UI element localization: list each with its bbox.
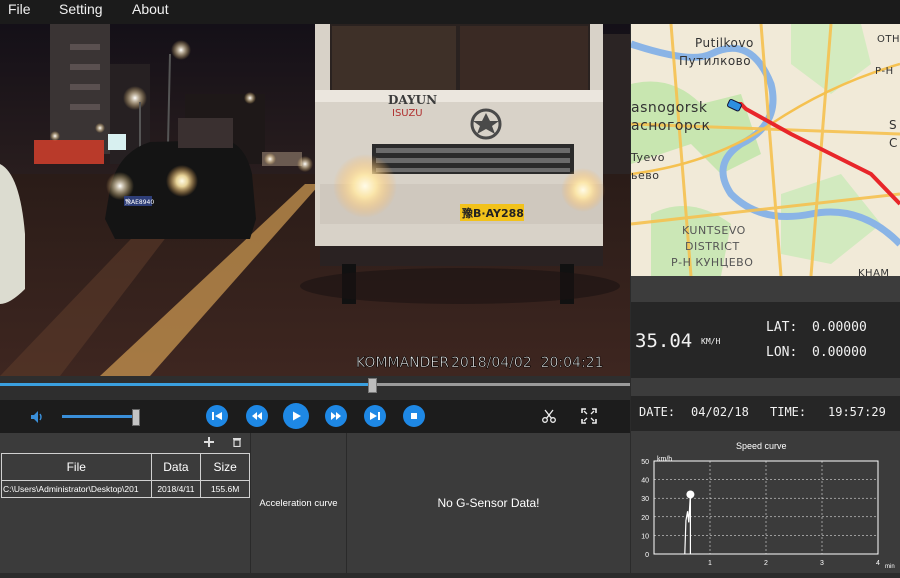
skip-previous-icon bbox=[212, 412, 222, 420]
skip-next-button[interactable] bbox=[364, 405, 386, 427]
table-row[interactable]: C:\Users\Administrator\Desktop\201 2018/… bbox=[1, 480, 250, 498]
latitude-label: LAT: bbox=[766, 320, 798, 335]
map-label: C bbox=[889, 136, 898, 150]
longitude-label: LON: bbox=[766, 345, 798, 360]
timeline-progress bbox=[0, 383, 372, 386]
map-label: S bbox=[889, 118, 897, 132]
stop-icon bbox=[411, 413, 417, 419]
truck-brand: DAYUN bbox=[388, 93, 437, 107]
column-header-size[interactable]: Size bbox=[200, 453, 250, 481]
y-tick-label: 10 bbox=[641, 533, 649, 540]
timeline-handle[interactable] bbox=[367, 378, 377, 393]
g-sensor-message: No G-Sensor Data! bbox=[437, 496, 540, 510]
time-label: TIME: bbox=[770, 405, 807, 419]
skip-next-icon bbox=[370, 412, 380, 420]
trash-icon bbox=[233, 438, 241, 448]
volume-slider[interactable] bbox=[62, 415, 136, 418]
video-overlay-datetime: 2018/04/02 20:04:21 bbox=[451, 355, 603, 371]
play-button[interactable] bbox=[283, 403, 309, 429]
truck-sub: ISUZU bbox=[392, 108, 423, 119]
map-label: DISTRICT bbox=[685, 240, 740, 253]
volume-handle[interactable] bbox=[132, 409, 140, 426]
latitude-value: 0.00000 bbox=[812, 320, 867, 335]
speed-value: 35.04 bbox=[635, 330, 693, 352]
map-canvas: Putilkovo Путилково asnogorsk асногорск … bbox=[631, 24, 900, 276]
acceleration-curve-label: Acceleration curve bbox=[259, 497, 338, 509]
time-value: 19:57:29 bbox=[828, 405, 886, 419]
map-label: KUNTSEVO bbox=[682, 224, 746, 237]
speed-curve-chart: Speed curve km/h min 0 10 20 30 40 50 1 2 3 4 bbox=[641, 441, 895, 570]
speed-curve-title: Speed curve bbox=[736, 441, 787, 451]
video-player[interactable]: DAYUN ISUZU 豫B·AY288 豫AE8940 KOMMANDER 2… bbox=[0, 24, 630, 376]
speed-curve-line bbox=[684, 494, 691, 555]
speed-curve-x-unit: min bbox=[885, 564, 895, 570]
bottom-panels: File Data Size C:\Users\Administrator\De… bbox=[0, 433, 630, 573]
rewind-icon bbox=[252, 412, 262, 420]
file-size-cell[interactable]: 155.6M bbox=[200, 480, 250, 498]
video-overlay-label: KOMMANDER bbox=[356, 355, 449, 371]
menu-bar: File Setting About bbox=[0, 0, 900, 24]
speaker-icon[interactable] bbox=[29, 409, 45, 425]
datetime-readout: DATE: 04/02/18 TIME: 19:57:29 bbox=[631, 396, 900, 431]
map-label: Tyevo bbox=[631, 151, 665, 164]
speed-unit: KM/H bbox=[701, 337, 721, 346]
fast-forward-button[interactable] bbox=[325, 405, 347, 427]
x-tick-label: 2 bbox=[764, 560, 768, 567]
add-file-button[interactable] bbox=[204, 436, 214, 450]
menu-setting[interactable]: Setting bbox=[59, 0, 103, 24]
map-label: Путилково bbox=[679, 54, 751, 68]
speed-curve-panel: Speed curve km/h min 0 10 20 30 40 50 1 2 3 4 bbox=[631, 431, 900, 573]
column-header-file[interactable]: File bbox=[1, 453, 152, 481]
speed-curve-marker bbox=[686, 490, 695, 499]
date-value: 04/02/18 bbox=[691, 405, 749, 419]
video-frame: DAYUN ISUZU 豫B·AY288 豫AE8940 KOMMANDER 2… bbox=[0, 24, 630, 376]
map-label: Р-Н КУНЦЕВО bbox=[671, 256, 753, 269]
y-tick-label: 30 bbox=[641, 496, 649, 503]
skip-previous-button[interactable] bbox=[206, 405, 228, 427]
plus-icon bbox=[204, 437, 214, 447]
acceleration-curve-panel: Acceleration curve bbox=[251, 433, 347, 573]
file-panel: File Data Size C:\Users\Administrator\De… bbox=[0, 433, 251, 573]
longitude-value: 0.00000 bbox=[812, 345, 867, 360]
timeline-track[interactable] bbox=[0, 383, 630, 386]
stop-button[interactable] bbox=[403, 405, 425, 427]
y-tick-label: 40 bbox=[641, 478, 649, 485]
y-tick-label: 20 bbox=[641, 515, 649, 522]
map-label: ьево bbox=[631, 169, 659, 182]
g-sensor-panel: No G-Sensor Data! bbox=[347, 433, 630, 573]
x-tick-label: 1 bbox=[708, 560, 712, 567]
file-path-cell[interactable]: C:\Users\Administrator\Desktop\201 bbox=[1, 480, 152, 498]
fast-forward-icon bbox=[331, 412, 341, 420]
map-label: Putilkovo bbox=[695, 36, 754, 50]
menu-file[interactable]: File bbox=[8, 0, 31, 24]
file-date-cell[interactable]: 2018/4/11 bbox=[150, 480, 202, 498]
map-label: asnogorsk bbox=[631, 100, 708, 116]
map-label: асногорск bbox=[631, 118, 710, 134]
x-tick-label: 4 bbox=[876, 560, 880, 567]
delete-file-button[interactable] bbox=[232, 436, 242, 450]
map-label: OTH bbox=[877, 34, 900, 45]
scissors-icon[interactable] bbox=[541, 408, 557, 424]
column-header-date[interactable]: Data bbox=[150, 453, 202, 481]
date-label: DATE: bbox=[639, 405, 676, 419]
speed-curve-y-unit: km/h bbox=[657, 456, 672, 463]
fullscreen-icon[interactable] bbox=[581, 408, 597, 424]
menu-about[interactable]: About bbox=[132, 0, 169, 24]
file-table: File Data Size C:\Users\Administrator\De… bbox=[1, 453, 250, 498]
map-view[interactable]: Putilkovo Путилково asnogorsk асногорск … bbox=[631, 24, 900, 276]
gps-readout: 35.04 KM/H LAT: 0.00000 LON: 0.00000 bbox=[631, 302, 900, 378]
map-label: Р-Н bbox=[875, 66, 894, 77]
divider bbox=[631, 378, 900, 396]
y-tick-label: 50 bbox=[641, 459, 649, 466]
divider bbox=[631, 276, 900, 302]
timeline-bar bbox=[0, 376, 630, 400]
rewind-button[interactable] bbox=[246, 405, 268, 427]
play-icon bbox=[293, 411, 301, 421]
map-label: KHAM bbox=[858, 268, 890, 276]
car-plate: 豫AE8940 bbox=[125, 198, 154, 206]
truck-plate: 豫B·AY288 bbox=[462, 206, 524, 220]
y-tick-label: 0 bbox=[645, 552, 649, 559]
x-tick-label: 3 bbox=[820, 560, 824, 567]
